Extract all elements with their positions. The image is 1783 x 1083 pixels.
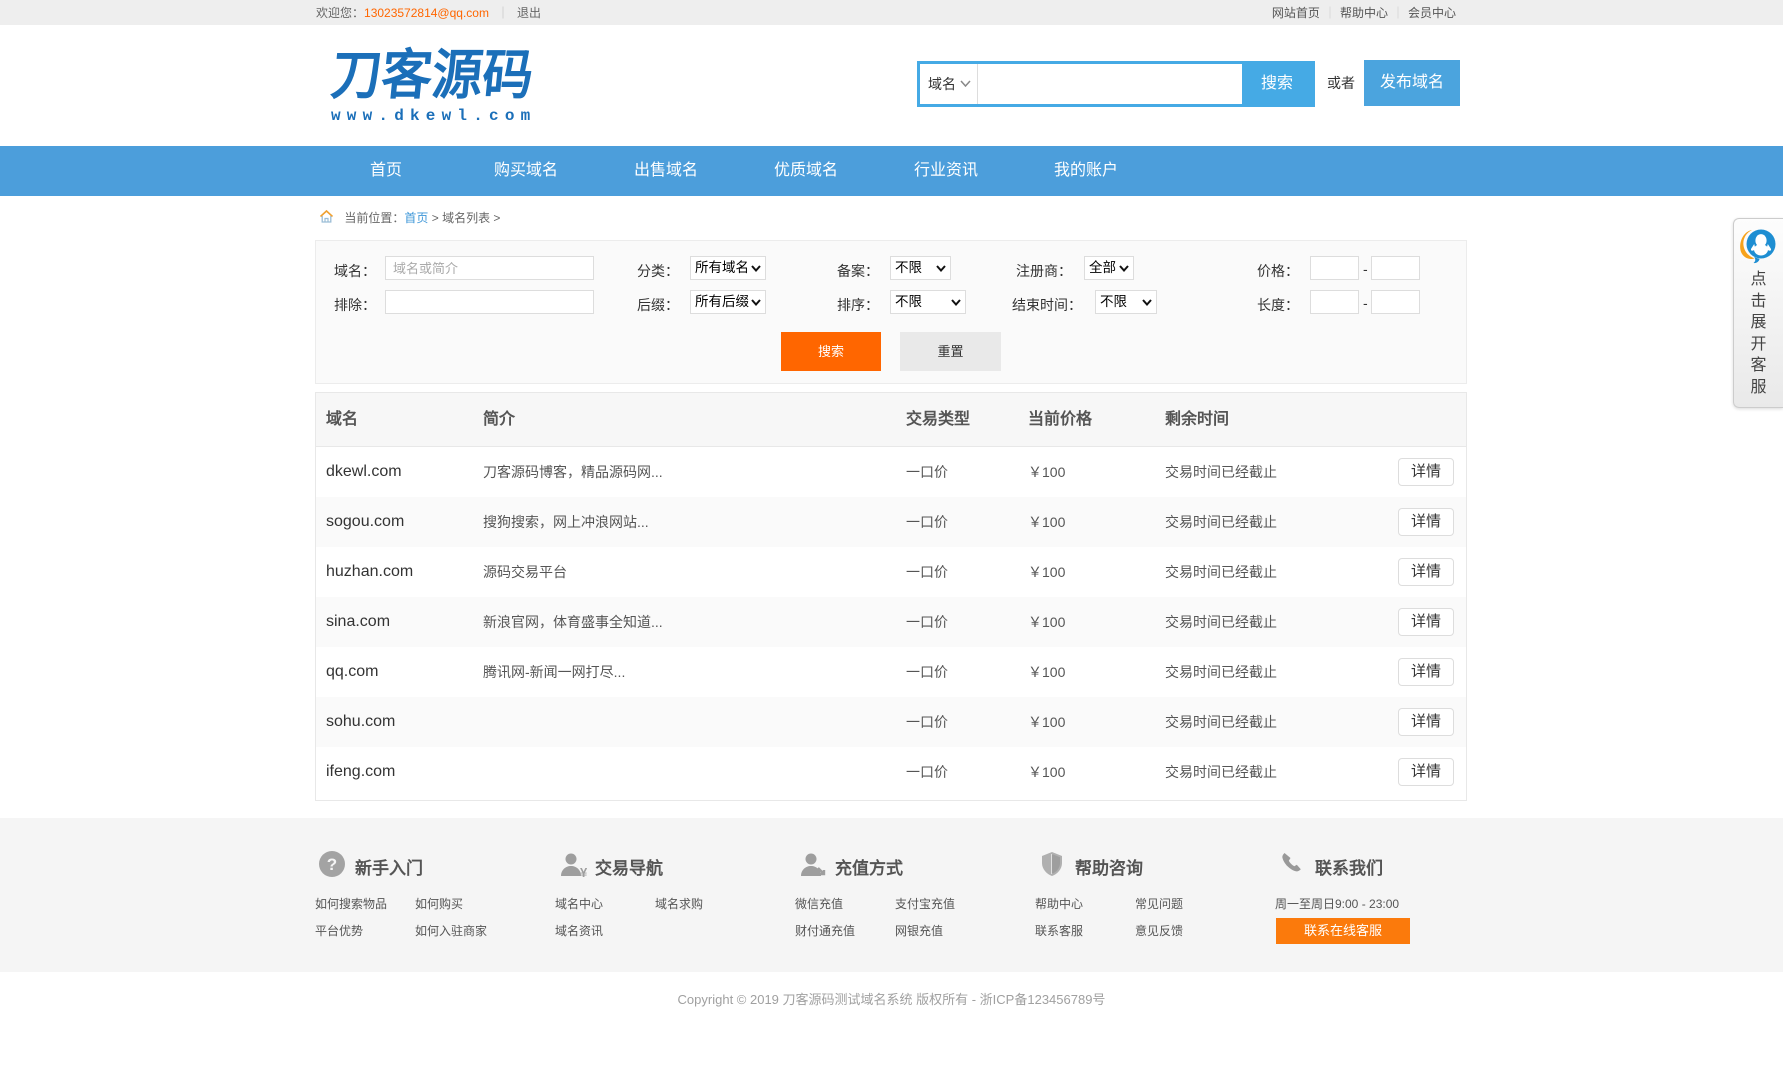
svg-text:?: ?: [327, 855, 337, 874]
svg-text:¥: ¥: [580, 865, 587, 879]
